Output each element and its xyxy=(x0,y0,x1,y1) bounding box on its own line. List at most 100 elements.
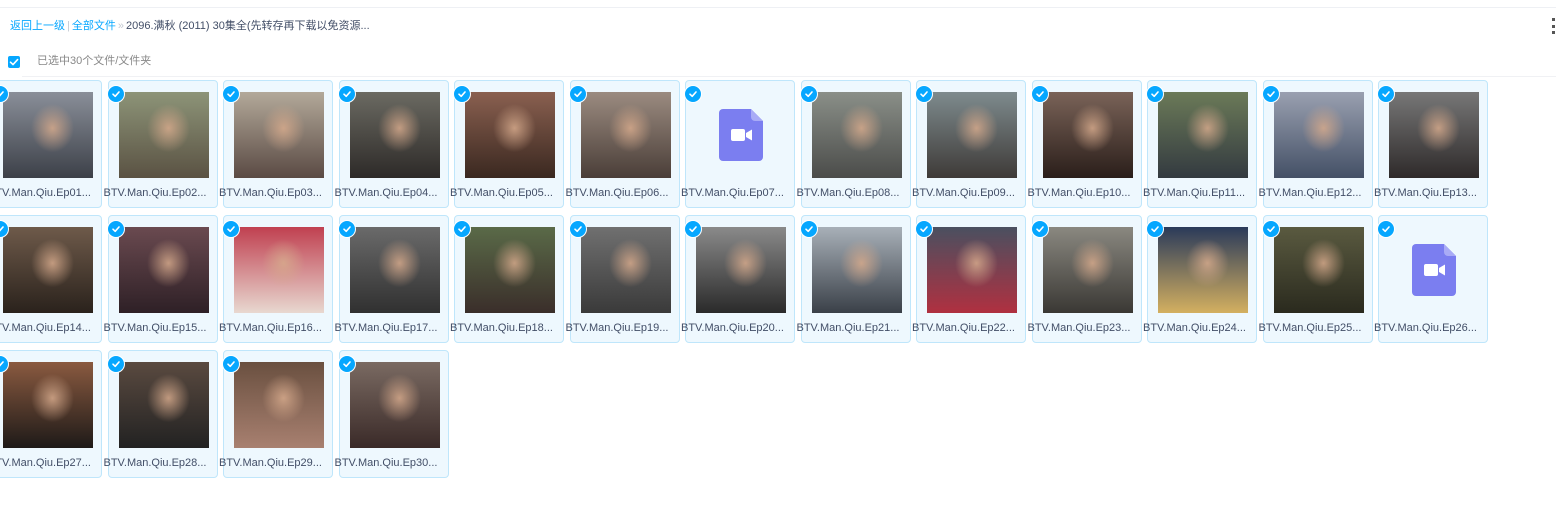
file-tile[interactable]: BTV.Man.Qiu.Ep15... xyxy=(104,215,218,343)
file-name: BTV.Man.Qiu.Ep18... xyxy=(450,322,553,334)
video-thumbnail xyxy=(927,92,1017,178)
checked-icon[interactable] xyxy=(106,85,125,103)
checked-icon[interactable] xyxy=(1030,85,1049,103)
file-tile[interactable]: BTV.Man.Qiu.Ep28... xyxy=(104,350,218,478)
more-vertical-icon[interactable] xyxy=(1549,18,1556,34)
file-tile[interactable]: BTV.Man.Qiu.Ep16... xyxy=(219,215,333,343)
video-thumbnail xyxy=(349,227,440,313)
checked-icon[interactable] xyxy=(222,85,240,103)
video-thumbnail xyxy=(118,362,209,448)
file-tile[interactable]: BTV.Man.Qiu.Ep18... xyxy=(450,215,564,343)
checked-icon[interactable] xyxy=(1030,220,1049,238)
file-tile[interactable]: BTV.Man.Qiu.Ep04... xyxy=(335,80,449,208)
file-name: BTV.Man.Qiu.Ep07... xyxy=(681,187,784,199)
video-thumbnail xyxy=(1042,227,1133,313)
file-tile[interactable]: BTV.Man.Qiu.Ep05... xyxy=(450,80,564,208)
file-tile[interactable]: BTV.Man.Qiu.Ep08... xyxy=(797,80,911,208)
video-thumbnail xyxy=(580,92,671,178)
checked-icon[interactable] xyxy=(799,85,818,103)
file-name: BTV.Man.Qiu.Ep26... xyxy=(1374,322,1477,334)
checked-icon[interactable] xyxy=(799,220,818,238)
file-tile[interactable]: BTV.Man.Qiu.Ep26... xyxy=(1374,215,1488,343)
checked-icon[interactable] xyxy=(568,220,587,238)
file-tile[interactable]: BTV.Man.Qiu.Ep09... xyxy=(912,80,1026,208)
file-name: BTV.Man.Qiu.Ep16... xyxy=(219,322,322,334)
checked-icon[interactable] xyxy=(684,220,702,238)
checked-icon[interactable] xyxy=(568,85,587,103)
checked-icon[interactable] xyxy=(222,220,240,238)
checked-icon[interactable] xyxy=(1377,220,1395,238)
video-file-icon xyxy=(1389,227,1479,313)
file-tile[interactable]: BTV.Man.Qiu.Ep25... xyxy=(1259,215,1373,343)
file-tile[interactable]: BTV.Man.Qiu.Ep10... xyxy=(1028,80,1142,208)
file-grid: BTV.Man.Qiu.Ep01... BTV.Man.Qiu.Ep02... BT… xyxy=(0,80,1556,490)
file-tile[interactable]: BTV.Man.Qiu.Ep21... xyxy=(797,215,911,343)
checked-icon[interactable] xyxy=(337,220,356,238)
file-tile[interactable]: BTV.Man.Qiu.Ep03... xyxy=(219,80,333,208)
checked-icon[interactable] xyxy=(106,355,125,373)
checked-icon[interactable] xyxy=(1146,85,1164,103)
file-tile[interactable]: BTV.Man.Qiu.Ep01... xyxy=(0,80,102,208)
file-name: BTV.Man.Qiu.Ep05... xyxy=(450,187,553,199)
video-thumbnail xyxy=(3,227,93,313)
file-name: BTV.Man.Qiu.Ep27... xyxy=(0,457,91,469)
file-name: BTV.Man.Qiu.Ep02... xyxy=(103,187,207,199)
video-thumbnail xyxy=(580,227,671,313)
video-thumbnail xyxy=(118,227,209,313)
all-files-link[interactable]: 全部文件 xyxy=(72,20,116,32)
video-thumbnail xyxy=(811,92,902,178)
checked-icon[interactable] xyxy=(453,220,471,238)
file-name: BTV.Man.Qiu.Ep04... xyxy=(334,187,438,199)
checked-icon[interactable] xyxy=(453,85,471,103)
file-tile[interactable]: BTV.Man.Qiu.Ep02... xyxy=(104,80,218,208)
file-tile[interactable]: BTV.Man.Qiu.Ep11... xyxy=(1143,80,1257,208)
file-tile[interactable]: BTV.Man.Qiu.Ep19... xyxy=(566,215,680,343)
checked-icon[interactable] xyxy=(1261,85,1280,103)
checked-icon[interactable] xyxy=(1377,85,1395,103)
checked-icon[interactable] xyxy=(106,220,125,238)
video-thumbnail xyxy=(465,92,555,178)
video-thumbnail xyxy=(3,362,93,448)
checked-icon[interactable] xyxy=(915,85,933,103)
selection-status: 已选中30个文件/文件夹 xyxy=(37,55,152,67)
file-name: BTV.Man.Qiu.Ep22... xyxy=(912,322,1015,334)
file-name: BTV.Man.Qiu.Ep03... xyxy=(219,187,322,199)
file-tile[interactable]: BTV.Man.Qiu.Ep29... xyxy=(219,350,333,478)
file-tile[interactable]: BTV.Man.Qiu.Ep07... xyxy=(681,80,795,208)
breadcrumb-separator: | xyxy=(67,20,70,32)
file-tile[interactable]: BTV.Man.Qiu.Ep30... xyxy=(335,350,449,478)
checked-icon[interactable] xyxy=(684,85,702,103)
back-link[interactable]: 返回上一级 xyxy=(10,20,65,32)
file-name: BTV.Man.Qiu.Ep21... xyxy=(796,322,900,334)
checked-icon[interactable] xyxy=(915,220,933,238)
file-tile[interactable]: BTV.Man.Qiu.Ep06... xyxy=(566,80,680,208)
file-name: BTV.Man.Qiu.Ep09... xyxy=(912,187,1015,199)
checked-icon[interactable] xyxy=(337,85,356,103)
video-thumbnail xyxy=(234,92,324,178)
video-thumbnail xyxy=(3,92,93,178)
file-name: BTV.Man.Qiu.Ep28... xyxy=(103,457,207,469)
video-thumbnail xyxy=(927,227,1017,313)
checked-icon[interactable] xyxy=(222,355,240,373)
file-tile[interactable]: BTV.Man.Qiu.Ep22... xyxy=(912,215,1026,343)
file-name: BTV.Man.Qiu.Ep19... xyxy=(565,322,669,334)
file-tile[interactable]: BTV.Man.Qiu.Ep13... xyxy=(1374,80,1488,208)
file-name: BTV.Man.Qiu.Ep08... xyxy=(796,187,900,199)
file-tile[interactable]: BTV.Man.Qiu.Ep14... xyxy=(0,215,102,343)
file-name: BTV.Man.Qiu.Ep12... xyxy=(1258,187,1362,199)
file-tile[interactable]: BTV.Man.Qiu.Ep17... xyxy=(335,215,449,343)
file-tile[interactable]: BTV.Man.Qiu.Ep12... xyxy=(1259,80,1373,208)
file-name: BTV.Man.Qiu.Ep30... xyxy=(334,457,438,469)
breadcrumb: 返回上一级 | 全部文件» 2096.满秋 (2011) 30集全(先转存再下载以免资… xyxy=(10,19,370,33)
video-thumbnail xyxy=(1158,227,1248,313)
file-tile[interactable]: BTV.Man.Qiu.Ep24... xyxy=(1143,215,1257,343)
file-tile[interactable]: BTV.Man.Qiu.Ep27... xyxy=(0,350,102,478)
checked-icon[interactable] xyxy=(1261,220,1280,238)
checked-icon[interactable] xyxy=(1146,220,1164,238)
file-tile[interactable]: BTV.Man.Qiu.Ep20... xyxy=(681,215,795,343)
checked-icon[interactable] xyxy=(337,355,356,373)
select-all-checkbox[interactable] xyxy=(8,56,20,68)
video-thumbnail xyxy=(234,227,324,313)
file-name: BTV.Man.Qiu.Ep13... xyxy=(1374,187,1477,199)
file-tile[interactable]: BTV.Man.Qiu.Ep23... xyxy=(1028,215,1142,343)
